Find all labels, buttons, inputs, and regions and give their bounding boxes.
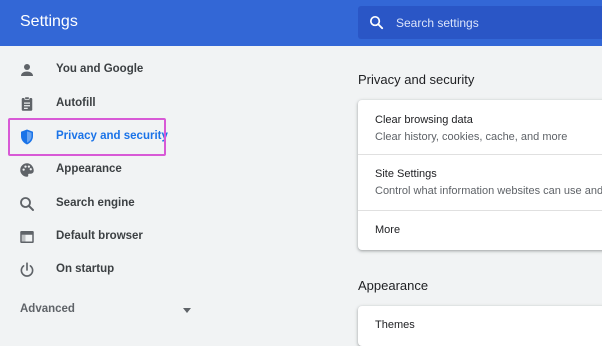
sidebar-item-search-engine[interactable]: Search engine (0, 187, 200, 221)
search-icon (20, 197, 34, 211)
row-title: Clear browsing data (375, 114, 473, 126)
clear-browsing-data-row[interactable]: Clear browsing data Clear history, cooki… (358, 100, 602, 154)
privacy-card: Clear browsing data Clear history, cooki… (358, 100, 602, 250)
sidebar-item-label: You and Google (56, 63, 144, 75)
browser-icon (20, 231, 34, 243)
more-label: More (375, 224, 401, 236)
sidebar-item-label: Search engine (56, 197, 135, 209)
clipboard-icon (21, 96, 33, 111)
sidebar-item-you-and-google[interactable]: You and Google (0, 53, 200, 87)
sidebar-item-appearance[interactable]: Appearance (0, 153, 200, 187)
page-title: Settings (20, 13, 78, 30)
sidebar-item-autofill[interactable]: Autofill (0, 87, 200, 121)
search-input[interactable] (396, 6, 596, 39)
chevron-down-icon (183, 308, 191, 313)
section-title-appearance: Appearance (358, 278, 429, 293)
row-title: Site Settings (375, 168, 437, 180)
appearance-card: Themes (358, 306, 602, 346)
search-icon (369, 15, 384, 30)
person-icon (21, 64, 33, 76)
palette-icon (20, 163, 34, 177)
highlight-box (8, 118, 166, 156)
advanced-toggle[interactable]: Advanced (0, 298, 200, 322)
sidebar: You and Google Autofill Privacy and secu… (0, 46, 210, 331)
sidebar-item-default-browser[interactable]: Default browser (0, 220, 200, 254)
sidebar-item-label: Appearance (56, 163, 122, 175)
row-title: Themes (375, 319, 415, 331)
sidebar-item-label: On startup (56, 263, 115, 275)
power-icon (20, 262, 34, 277)
more-row[interactable]: More (358, 211, 602, 250)
row-subtitle: Clear history, cookies, cache, and more (375, 131, 568, 143)
search-box[interactable] (358, 6, 602, 39)
sidebar-item-label: Autofill (56, 97, 96, 109)
themes-row[interactable]: Themes (358, 306, 602, 346)
sidebar-item-on-startup[interactable]: On startup (0, 253, 200, 287)
site-settings-row[interactable]: Site Settings Control what information w… (358, 155, 602, 210)
sidebar-item-label: Default browser (56, 230, 143, 242)
section-title-privacy: Privacy and security (358, 72, 475, 87)
row-subtitle: Control what information websites can us… (375, 185, 602, 197)
top-bar: Settings (0, 0, 602, 46)
advanced-label: Advanced (20, 303, 75, 315)
